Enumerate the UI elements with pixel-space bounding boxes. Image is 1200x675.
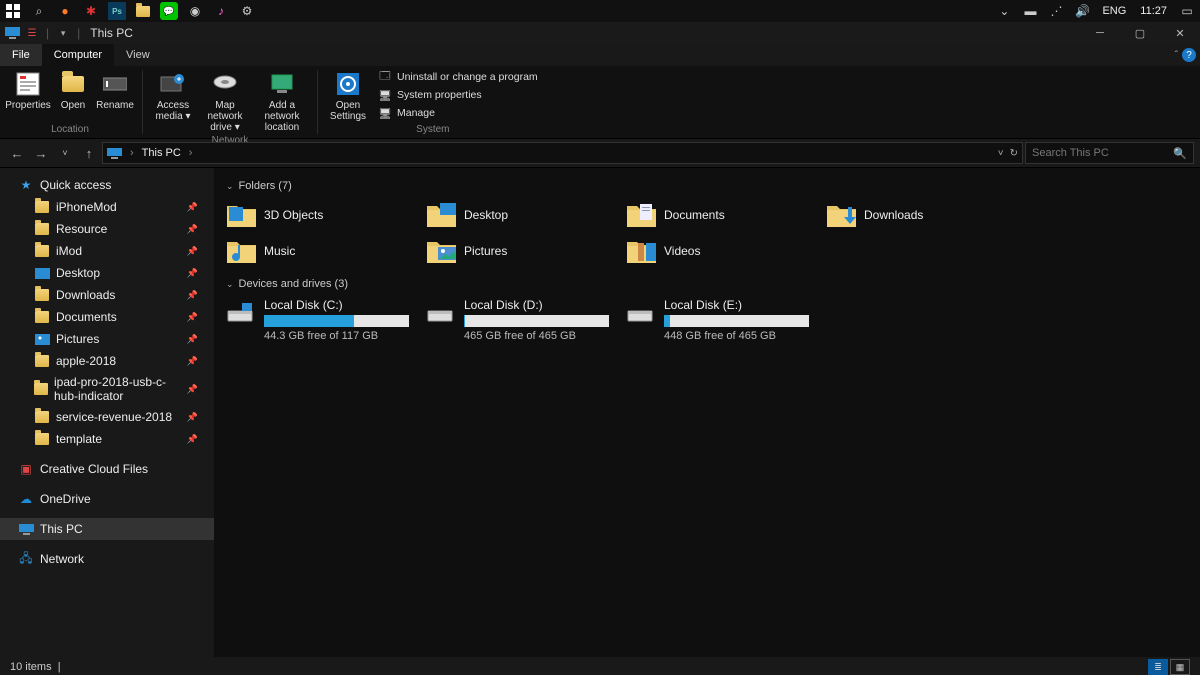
sidebar-creative-cloud[interactable]: ▣Creative Cloud Files — [0, 458, 214, 480]
ribbon-collapse-icon[interactable]: ˆ — [1175, 50, 1178, 61]
recent-dropdown-icon[interactable]: ˅ — [54, 148, 76, 158]
close-button[interactable]: ✕ — [1160, 22, 1200, 44]
sidebar-item[interactable]: Resource📌 — [0, 218, 214, 240]
tray-chevron-icon[interactable]: ⌄ — [995, 2, 1013, 20]
access-media-button[interactable]: Access media ▾ — [149, 68, 197, 133]
search-box[interactable]: Search This PC 🔍 — [1025, 142, 1194, 164]
up-button[interactable]: ↑ — [78, 146, 100, 161]
sidebar-quick-access[interactable]: ★Quick access — [0, 174, 214, 196]
sidebar-item[interactable]: iMod📌 — [0, 240, 214, 262]
photoshop-icon[interactable]: Ps — [108, 2, 126, 20]
notifications-icon[interactable]: ▭ — [1178, 2, 1196, 20]
qat-properties-icon[interactable]: ☰ — [24, 25, 40, 41]
folder-item[interactable]: Downloads — [826, 200, 1016, 230]
settings-icon[interactable]: ⚙ — [238, 2, 256, 20]
folder-item[interactable]: Pictures — [426, 236, 616, 266]
group-label-location: Location — [51, 122, 89, 138]
properties-button[interactable]: Properties — [4, 68, 52, 122]
separator: | — [46, 26, 49, 40]
folder-item[interactable]: Desktop — [426, 200, 616, 230]
drive-item[interactable]: Local Disk (E:)448 GB free of 465 GB — [626, 298, 816, 342]
drive-item[interactable]: Local Disk (C:)44.3 GB free of 117 GB — [226, 298, 416, 342]
firefox-icon[interactable]: ● — [56, 2, 74, 20]
battery-icon[interactable]: ▬ — [1021, 2, 1039, 20]
maximize-button[interactable]: ▢ — [1120, 22, 1160, 44]
open-settings-button[interactable]: Open Settings — [324, 68, 372, 122]
view-tiles-button[interactable]: ▦ — [1170, 659, 1190, 675]
open-button[interactable]: Open — [54, 68, 92, 122]
add-network-location-button[interactable]: Add a network location — [253, 68, 311, 133]
folder-item[interactable]: Music — [226, 236, 416, 266]
sidebar-this-pc[interactable]: This PC — [0, 518, 214, 540]
sidebar-item[interactable]: Documents📌 — [0, 306, 214, 328]
folder-item[interactable]: 3D Objects — [226, 200, 416, 230]
sidebar-network[interactable]: 🖧Network — [0, 548, 214, 570]
ribbon-group-location: Properties Open Rename Location — [0, 66, 140, 138]
window-title: This PC — [90, 26, 133, 40]
sidebar-onedrive[interactable]: ☁OneDrive — [0, 488, 214, 510]
map-drive-button[interactable]: Map network drive ▾ — [199, 68, 251, 133]
sidebar-item[interactable]: Pictures📌 — [0, 328, 214, 350]
sidebar-item[interactable]: template📌 — [0, 428, 214, 450]
explorer-icon[interactable] — [134, 2, 152, 20]
sidebar-item[interactable]: ipad-pro-2018-usb-c-hub-indicator📌 — [0, 372, 214, 406]
folder-item[interactable]: Documents — [626, 200, 816, 230]
status-item-count: 10 items | — [10, 661, 61, 673]
content-pane: ⌄Folders (7) 3D Objects Desktop Documents D… — [214, 168, 1200, 657]
folder-item[interactable]: Videos — [626, 236, 816, 266]
ribbon-group-system: Open Settings 🗔Uninstall or change a pro… — [320, 66, 546, 138]
ribbon-tab-strip: File Computer View ˆ ? — [0, 44, 1200, 66]
tab-file[interactable]: File — [0, 44, 42, 66]
minimize-button[interactable]: ─ — [1080, 22, 1120, 44]
clock[interactable]: 11:27 — [1137, 5, 1170, 17]
thispc-icon — [4, 25, 20, 41]
system-properties-button[interactable]: 🖥System properties — [374, 87, 542, 103]
folders-section-header[interactable]: ⌄Folders (7) — [226, 180, 1188, 192]
itunes-icon[interactable]: ♪ — [212, 2, 230, 20]
tab-computer[interactable]: Computer — [42, 44, 114, 66]
address-bar[interactable]: ›This PC› ˅↻ — [102, 142, 1023, 164]
sidebar-item[interactable]: Desktop📌 — [0, 262, 214, 284]
ribbon-group-network: Access media ▾ Map network drive ▾ Add a… — [145, 66, 315, 138]
sidebar-item[interactable]: Downloads📌 — [0, 284, 214, 306]
separator — [317, 70, 318, 134]
refresh-icon[interactable]: ↻ — [1010, 148, 1018, 159]
help-icon[interactable]: ? — [1182, 48, 1196, 62]
search-icon: 🔍 — [1173, 147, 1187, 160]
search-icon[interactable]: ⌕ — [30, 2, 48, 20]
window-titlebar: ☰ | ▾ | This PC ─ ▢ ✕ — [0, 22, 1200, 44]
sound-icon[interactable]: 🔊 — [1073, 2, 1091, 20]
uninstall-program-button[interactable]: 🗔Uninstall or change a program — [374, 69, 542, 85]
qat-dropdown-icon[interactable]: ▾ — [55, 25, 71, 41]
system-taskbar: ⌕ ● ✱ Ps 💬 ◉ ♪ ⚙ ⌄ ▬ ⋰ 🔊 ENG 11:27 ▭ — [0, 0, 1200, 22]
language-indicator[interactable]: ENG — [1099, 5, 1129, 17]
app-icon-1[interactable]: ✱ — [82, 2, 100, 20]
drive-item[interactable]: Local Disk (D:)465 GB free of 465 GB — [426, 298, 616, 342]
sidebar-item[interactable]: iPhoneMod📌 — [0, 196, 214, 218]
separator: | — [77, 26, 80, 40]
ribbon: Properties Open Rename Location Access m… — [0, 66, 1200, 139]
status-bar: 10 items | ≣ ▦ — [0, 657, 1200, 675]
address-dropdown-icon[interactable]: ˅ — [998, 148, 1004, 159]
navigation-bar: ← → ˅ ↑ ›This PC› ˅↻ Search This PC 🔍 — [0, 139, 1200, 168]
chrome-icon[interactable]: ◉ — [186, 2, 204, 20]
start-button[interactable] — [4, 2, 22, 20]
sidebar-item[interactable]: service-revenue-2018📌 — [0, 406, 214, 428]
group-label-system: System — [416, 122, 449, 138]
navigation-pane: ★Quick access iPhoneMod📌Resource📌iMod📌De… — [0, 168, 214, 657]
tab-view[interactable]: View — [114, 44, 162, 66]
view-details-button[interactable]: ≣ — [1148, 659, 1168, 675]
rename-button[interactable]: Rename — [94, 68, 136, 122]
wifi-icon[interactable]: ⋰ — [1047, 2, 1065, 20]
separator — [142, 70, 143, 134]
drives-section-header[interactable]: ⌄Devices and drives (3) — [226, 278, 1188, 290]
search-placeholder: Search This PC — [1032, 147, 1109, 159]
manage-button[interactable]: 🖥Manage — [374, 105, 542, 121]
line-icon[interactable]: 💬 — [160, 2, 178, 20]
sidebar-item[interactable]: apple-2018📌 — [0, 350, 214, 372]
forward-button[interactable]: → — [30, 146, 52, 161]
back-button[interactable]: ← — [6, 146, 28, 161]
